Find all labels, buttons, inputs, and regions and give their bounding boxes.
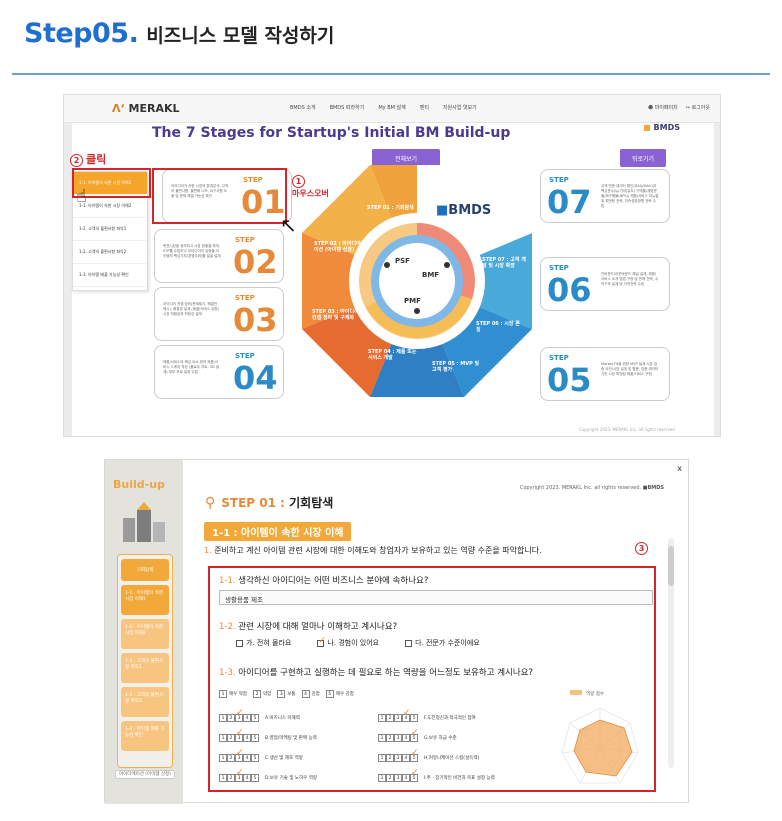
bmds-logo-top: ■ BMDS [643, 123, 680, 132]
stage-label-02: STEP 02 : 아이디에이션 (아이템 선정) [314, 241, 361, 253]
step-heading: ⚲ STEP 01 : 기회탐색 [205, 495, 334, 511]
question-2-options: 가. 전혀 몰라요 나. 경험이 있어요 다. 전문가 수준이에요 [236, 636, 480, 648]
option-none[interactable]: 가. 전혀 몰라요 [236, 638, 291, 648]
annotation-3: 3 [635, 542, 648, 555]
option-expert[interactable]: 다. 전문가 수준이에요 [405, 638, 480, 648]
question-1: 1-1. 생각하신 아이디어는 어떤 비즈니스 분야에 속하나요? [219, 576, 429, 586]
nav-subitem[interactable]: 1-2 : 고객의 불편사항 파악2 [121, 687, 169, 717]
checkbox [236, 639, 243, 647]
question-3: 1-3. 아이디어를 구현하고 실행하는 데 필요로 하는 역량을 어느정도 보… [219, 668, 534, 678]
stage-card-07[interactable]: STEP 07 고객 반응 데이터 확인(DAU/MAU)과 핵심운수/뉴/기여… [540, 169, 670, 223]
rating-row[interactable]: 12345C.생산 및 제조 역량 [219, 750, 303, 762]
option-experienced[interactable]: 나. 경험이 있어요 [317, 636, 379, 648]
rating-row[interactable]: 12345G.보유 자금 수준 [378, 730, 457, 742]
left-sidebar: Build-up 기회탐색 1-1 : 아이템이 속한 시장 이해1 1-1 :… [105, 460, 183, 804]
section-title: 비즈니스 모델 작성하기 [146, 25, 335, 47]
nav-item[interactable]: My BM 설계 [378, 104, 405, 111]
radar-area [573, 719, 633, 777]
rating-row[interactable]: 12345I.추 · 장기적인 비전과 목표 설정 능력 [378, 770, 495, 782]
nav-item[interactable]: BMDS 소개 [290, 104, 316, 111]
submenu-item[interactable]: 1-3. 아이템 매출 가능성 확인 [73, 264, 147, 287]
screenshot-stages: Λ‘ MERAKL BMDS 소개 BMDS 따라하기 My BM 설계 멘티 … [63, 94, 721, 437]
rating-row[interactable]: 12345A.비즈니스 이해력 [219, 710, 300, 722]
logo[interactable]: Λ‘ MERAKL [112, 102, 180, 115]
nav-step-header[interactable]: 기회탐색 [121, 559, 169, 581]
intro-text: 1. 준비하고 계신 아이템 관련 시장에 대한 이해도와 창업자가 보유하고 … [204, 546, 542, 555]
nav-account: ☻ 마이페이지 ↪ 로그아웃 [648, 104, 710, 111]
rating-row[interactable]: 12345D.보유 기술 및 노하우 역량 [219, 770, 317, 782]
ring-label-bmf: BMF [422, 271, 439, 279]
stage-card-04[interactable]: 제품/서비스의 핵심 요소 정의 제품/서비스 스케치 작성 (플로우 차트, … [154, 345, 284, 399]
stage-label-01: STEP 01 : 기회탐색 [367, 205, 414, 211]
logo-mark-icon: Λ‘ [112, 102, 125, 115]
nav-item[interactable]: BMDS 따라하기 [330, 104, 365, 111]
nav-item[interactable]: 멘티 [420, 104, 429, 111]
bmds-cube-icon: ■ [436, 203, 449, 218]
back-button[interactable]: 뒤로가기 [620, 149, 666, 167]
nav-subitem[interactable]: 1-1 : 아이템이 속한 시장 이해1 [121, 585, 169, 615]
nav-menu: BMDS 소개 BMDS 따라하기 My BM 설계 멘티 지원사업 엿보기 [290, 104, 477, 111]
stage-label-03: STEP 03 : 아이디어 컨셉 정의 및 구체화 [312, 309, 359, 321]
submenu-item[interactable]: 1-2. 고객의 불편사항 파악1 [73, 218, 147, 241]
stages-title: The 7 Stages for Startup's Initial BM Bu… [152, 125, 511, 141]
stage-label-07: STEP 07 : 고객 개발 및 시장 확장 [482, 257, 526, 269]
rating-scale-legend: 1 매우 약함 2 약함 3 보통 4 강함 5 매우 강함 [219, 690, 354, 698]
submenu-item[interactable]: 1-2. 고객의 불편사항 파악2 [73, 241, 147, 264]
close-icon[interactable]: x [677, 464, 682, 473]
logout-link[interactable]: ↪ 로그아웃 [686, 104, 710, 111]
mypage-link[interactable]: ☻ 마이페이지 [648, 104, 678, 111]
stages-content: The 7 Stages for Startup's Initial BM Bu… [70, 123, 714, 436]
stage-card-05[interactable]: STEP 05 Market Fit을 위한 MVP 설계 시장 검증 사전/시… [540, 347, 670, 401]
question-box-highlight: 1-1. 생각하신 아이디어는 어떤 비즈니스 분야에 속하나요? 생활용품 제… [208, 566, 656, 792]
logout-icon: ↪ [685, 105, 690, 111]
nav-subitem[interactable]: 1-1 : 아이템이 속한 시장 이해2 [121, 619, 169, 649]
stage-label-06: STEP 06 : 시장 론칭 [476, 321, 520, 333]
step-number: Step05. [24, 18, 139, 49]
rating-row[interactable]: 12345H.커뮤니케이션 스킬(설득력) [378, 750, 479, 762]
stage-label-04: STEP 04 : 제품 또는 서비스 개발 [368, 349, 417, 361]
rating-row[interactable]: 12345F.도전정신과 적극적인 참여 [378, 710, 476, 722]
nav-item[interactable]: 지원사업 엿보기 [443, 104, 477, 111]
checkbox [405, 639, 413, 647]
search-icon: ⚲ [205, 495, 216, 511]
stage-card-06[interactable]: STEP 06 인바운드/아웃바운드 채널 설계, 채용/서비스 소개 방법 구… [540, 257, 670, 311]
click-annotation: 2 클릭 [70, 151, 106, 167]
copyright: Copyright 2023. MERAKL Inc. all rights r… [579, 427, 676, 432]
user-icon: ☻ [647, 105, 654, 111]
question-2: 1-2. 관련 시장에 대해 얼마나 이해하고 계시나요? [219, 622, 398, 632]
stage-label-05: STEP 05 : MVP 및 고객 평가 [432, 361, 480, 373]
stage-card-02[interactable]: 목표시장을 정의하고 시장 현황을 파악, STP를 수립하고 아이디어의 검증… [154, 229, 284, 283]
bmds-logo-center: ■BMDS [436, 203, 492, 218]
bmds-cube-icon: ■ [643, 123, 651, 132]
building-blocks-icon [123, 502, 165, 542]
step-nav: 기회탐색 1-1 : 아이템이 속한 시장 이해1 1-1 : 아이템이 속한 … [117, 554, 173, 768]
screenshot-question-form: Build-up 기회탐색 1-1 : 아이템이 속한 시장 이해1 1-1 :… [104, 459, 689, 804]
nav-subitem[interactable]: 1-3 : 아이템 매출 가능성 확인 [121, 721, 169, 751]
stage-card-03[interactable]: 아이디어 컨셉 정의(문제제기, 해결안 제시), 해결방 설계 (제품/서비스… [154, 287, 284, 341]
nav-subitem[interactable]: 1-2 : 고객의 불편사항 파악1 [121, 653, 169, 683]
section-tag: 1-1 : 아이템이 속한 시장 이해 [204, 522, 352, 541]
top-nav: Λ‘ MERAKL BMDS 소개 BMDS 따라하기 My BM 설계 멘티 … [64, 95, 720, 123]
highlight-mouseover [152, 168, 287, 224]
section-heading: Step05. 비즈니스 모델 작성하기 [24, 18, 334, 49]
answer-1-input[interactable]: 생활용품 제조 [219, 590, 653, 605]
divider [12, 73, 770, 75]
ring-label-psf: PSF [395, 257, 410, 265]
copyright: Copyright 2023. MERAKL Inc. all rights r… [519, 485, 664, 491]
stages-octagon-diagram: PSF BMF PMF [302, 165, 532, 397]
next-stage-label[interactable]: 아이디에이션 (아이템 선정) [115, 770, 175, 779]
buildup-title: Build-up [113, 478, 165, 491]
hand-pointer-icon: ☝ [76, 186, 87, 207]
scrollbar-thumb[interactable] [668, 546, 674, 586]
radar-legend: 역량 점수 [586, 690, 604, 697]
checkbox-checked [317, 636, 326, 647]
ring-label-pmf: PMF [404, 297, 421, 305]
rating-row[interactable]: 12345B.영업/마케팅 및 판매 능력 [219, 730, 317, 742]
competency-radar-chart: 역량 점수 [561, 690, 639, 784]
